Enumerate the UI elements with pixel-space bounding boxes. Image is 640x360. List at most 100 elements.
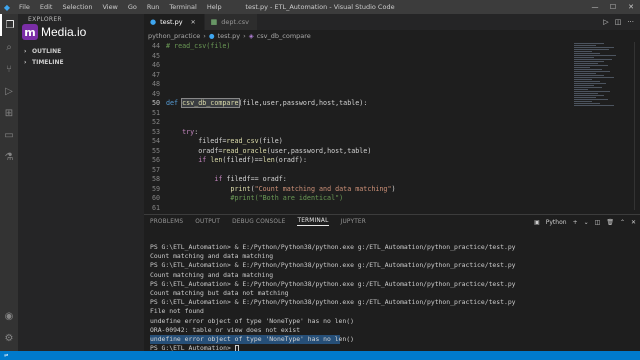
menu-go[interactable]: Go	[123, 0, 142, 14]
line-number: 48	[151, 80, 160, 88]
close-icon[interactable]: ✕	[622, 0, 640, 14]
tab-problems[interactable]: PROBLEMS	[150, 219, 183, 225]
tab-debug-console[interactable]: DEBUG CONSOLE	[232, 219, 285, 225]
terminal-line: PS G:\ETL_Automation> & E:/Python/Python…	[150, 279, 516, 288]
tab-terminal[interactable]: TERMINAL	[297, 218, 329, 226]
explorer-icon[interactable]: ❐	[0, 14, 18, 36]
code-line[interactable]: 53 try:	[144, 128, 574, 138]
minimap-line	[574, 103, 600, 104]
timeline-section[interactable]: › TIMELINE	[18, 57, 144, 68]
menu-terminal[interactable]: Terminal	[164, 0, 201, 14]
terminal-output[interactable]: PS G:\ETL_Automation> & E:/Python/Python…	[150, 243, 636, 353]
tab-dept-csv[interactable]: ▦ dept.csv	[204, 14, 258, 30]
line-number: 61	[151, 203, 160, 211]
code-line[interactable]: 57	[144, 166, 574, 176]
chevron-right-icon: ›	[24, 48, 27, 55]
minimap-line	[574, 57, 594, 58]
media-io-logo-icon: m	[22, 24, 38, 40]
chevron-right-icon: ›	[24, 59, 27, 66]
minimap-line	[574, 51, 592, 52]
code-line[interactable]: 46	[144, 61, 574, 71]
chevron-down-icon[interactable]: ⌄	[584, 219, 589, 226]
line-number: 46	[151, 61, 160, 69]
csv-file-icon: ▦	[210, 18, 218, 26]
code-line[interactable]: 48	[144, 80, 574, 90]
minimize-icon[interactable]: —	[586, 0, 604, 14]
code-text: oradf=read_oracle(user,password,host,tab…	[166, 146, 372, 155]
menu-edit[interactable]: Edit	[35, 0, 58, 14]
terminal-line: File not found	[150, 307, 204, 316]
remote-icon[interactable]: ⇌	[4, 353, 8, 359]
code-line[interactable]: 49	[144, 90, 574, 100]
menu-view[interactable]: View	[97, 0, 122, 14]
code-line[interactable]: 52	[144, 118, 574, 128]
outline-section[interactable]: › OUTLINE	[18, 46, 144, 57]
minimap-line	[574, 97, 596, 98]
code-text: if filedf== oradf:	[214, 175, 287, 183]
breadcrumb-symbol[interactable]: csv_db_compare	[257, 32, 311, 40]
tab-test-py[interactable]: ● test.py ✕	[144, 14, 205, 30]
maximize-icon[interactable]: ☐	[604, 0, 622, 14]
menu-selection[interactable]: Selection	[57, 0, 97, 14]
line-number: 53	[151, 127, 160, 136]
code-line[interactable]: 47	[144, 71, 574, 81]
line-number: 60	[151, 194, 160, 202]
split-editor-icon[interactable]: ◫	[615, 18, 622, 26]
chevron-right-icon: ›	[243, 32, 246, 40]
breadcrumb-folder[interactable]: python_practice	[148, 32, 200, 40]
tab-jupyter[interactable]: JUPYTER	[341, 219, 367, 225]
add-terminal-icon[interactable]: +	[573, 219, 578, 226]
breadcrumb-file[interactable]: test.py	[218, 32, 241, 40]
menu-run[interactable]: Run	[142, 0, 164, 14]
menu-file[interactable]: File	[14, 0, 35, 14]
chevron-up-icon[interactable]: ⌃	[620, 219, 625, 226]
close-panel-icon[interactable]: ✕	[631, 219, 636, 226]
minimap-line	[574, 99, 608, 100]
minimap-line	[574, 47, 614, 48]
line-number: 57	[151, 165, 160, 174]
code-line[interactable]: 54 filedf=read_csv(file)	[144, 137, 574, 147]
menu-help[interactable]: Help	[202, 0, 227, 14]
code-line[interactable]: 44 # read_csv(file)	[144, 42, 574, 52]
bottom-panel: PROBLEMS OUTPUT DEBUG CONSOLE TERMINAL J…	[144, 214, 640, 353]
code-line[interactable]: 60 #print("Both are identical")	[144, 194, 574, 204]
shell-name[interactable]: Python	[546, 219, 567, 226]
minimap-line	[574, 101, 592, 102]
testing-icon[interactable]: ⚗	[0, 146, 18, 168]
code-line[interactable]: 50 def csv_db_compare(file,user,password,…	[144, 98, 574, 109]
outline-label: OUTLINE	[32, 48, 62, 55]
extensions-icon[interactable]: ⊞	[0, 102, 18, 124]
account-icon[interactable]: ◉	[0, 305, 18, 327]
terminal-icon: ▣	[534, 218, 540, 226]
code-text: #print("Both are identical")	[166, 194, 344, 202]
line-number: 50	[151, 99, 160, 107]
editor-scrollbar[interactable]	[634, 42, 640, 210]
code-line[interactable]: 55 oradf=read_oracle(user,password,host,…	[144, 147, 574, 157]
search-icon[interactable]: ⌕	[0, 36, 18, 58]
trash-icon[interactable]: 🗑	[606, 219, 614, 226]
split-terminal-icon[interactable]: ◫	[595, 219, 601, 226]
more-actions-icon[interactable]: ···	[627, 18, 634, 26]
menu-bar: File Edit Selection View Go Run Terminal…	[14, 0, 227, 14]
line-number: 58	[151, 175, 160, 183]
remote-explorer-icon[interactable]: ▭	[0, 124, 18, 146]
code-text: def csv_db_compare(file,user,password,ho…	[166, 98, 368, 108]
code-line[interactable]: 51	[144, 109, 574, 119]
run-debug-icon[interactable]: ▷	[0, 80, 18, 102]
panel-actions: ▣ Python + ⌄ ◫ 🗑 ⌃ ✕	[534, 215, 636, 229]
terminal-line: Count matching and data matching	[150, 252, 274, 261]
code-line[interactable]: 61	[144, 204, 574, 211]
settings-gear-icon[interactable]: ⚙	[0, 327, 18, 349]
source-control-icon[interactable]: ⑂	[0, 58, 18, 80]
activity-bar: ❐ ⌕ ⑂ ▷ ⊞ ▭ ⚗ ◉ ⚙	[0, 14, 18, 351]
tab-output[interactable]: OUTPUT	[195, 219, 220, 225]
code-editor[interactable]: 44 # read_csv(file) 45 46 47 48 49 50 def csv_db…	[144, 42, 574, 210]
code-line[interactable]: 59 print("Count matching and data matchi…	[144, 185, 574, 195]
code-line[interactable]: 58 if filedf== oradf:	[144, 175, 574, 185]
code-line[interactable]: 45	[144, 52, 574, 62]
close-tab-icon[interactable]: ✕	[191, 19, 196, 26]
minimap-line	[574, 53, 600, 54]
code-line[interactable]: 56 if len(filedf)==len(oradf):	[144, 156, 574, 166]
run-file-icon[interactable]: ▷	[603, 18, 608, 26]
minimap[interactable]	[574, 42, 634, 128]
